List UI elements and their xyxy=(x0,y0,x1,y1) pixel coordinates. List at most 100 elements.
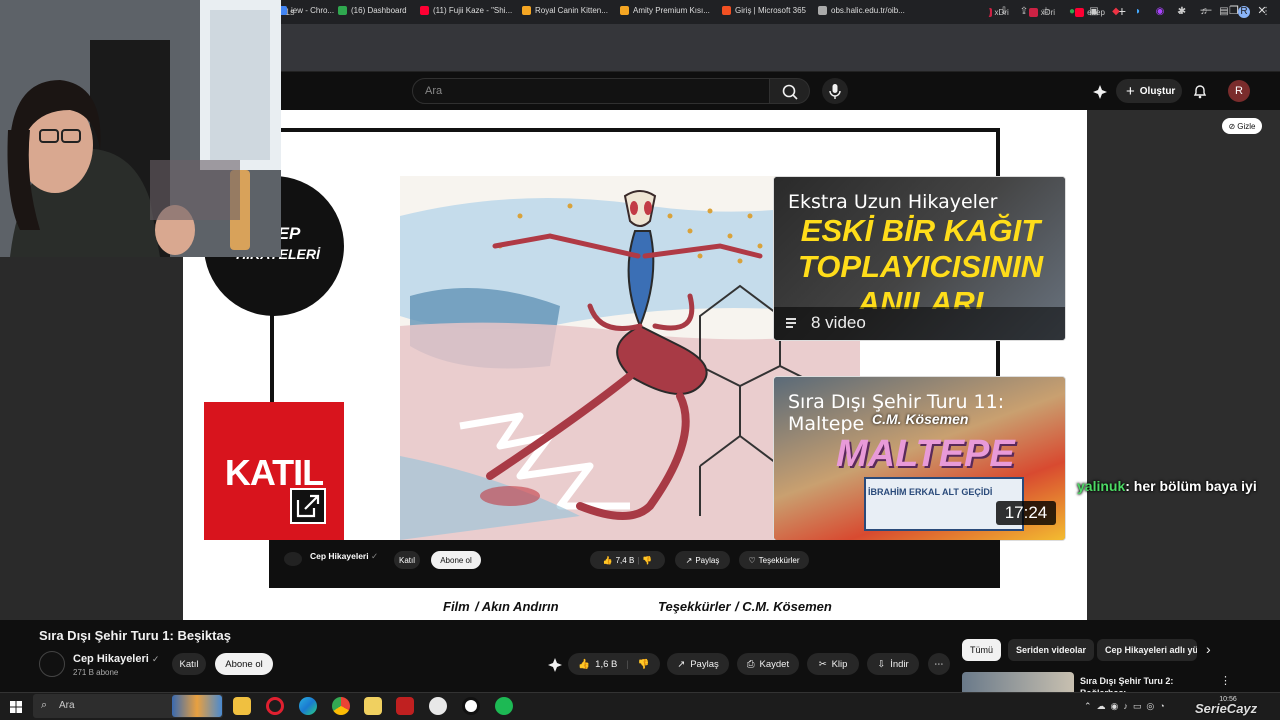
bookmark-item[interactable]: Amity Premium Kısı... xyxy=(620,6,710,15)
save-button[interactable]: ⎙ Kaydet xyxy=(737,653,799,675)
join-button[interactable]: Katıl xyxy=(172,653,206,675)
chip-all[interactable]: Tümü xyxy=(962,639,1002,661)
extension-icon[interactable]: ◆ xyxy=(1110,6,1122,18)
star-icon[interactable]: ☆ xyxy=(1040,6,1052,18)
video-menu-icon[interactable]: ⋮ xyxy=(1220,674,1231,687)
video-duration: 17:24 xyxy=(996,501,1056,525)
account-avatar[interactable]: R xyxy=(1228,80,1250,102)
bookmark-item[interactable]: Giriş | Microsoft 365 xyxy=(722,6,806,15)
chevron-right-icon[interactable]: › xyxy=(1206,641,1211,657)
puzzle-icon[interactable]: ✱ xyxy=(1176,6,1188,18)
windows-start-icon[interactable] xyxy=(10,700,22,713)
in-video-subscribe-button[interactable]: Abone ol xyxy=(431,551,481,569)
channel-avatar xyxy=(284,552,302,566)
extension-icon[interactable]: ● xyxy=(1066,6,1078,18)
in-video-like-button[interactable]: 👍 7,4 B | 👎 xyxy=(590,551,665,569)
in-video-join-button[interactable]: Katıl xyxy=(394,551,420,569)
chip-channel[interactable]: Cep Hikayeleri adlı yü xyxy=(1097,639,1197,661)
more-actions-button[interactable]: ⋯ xyxy=(928,653,950,675)
in-video-thanks-button[interactable]: ♡ Teşekkürler xyxy=(739,551,809,569)
chrome-icon[interactable] xyxy=(332,697,350,715)
bookmark-label: Royal Canin Kitten... xyxy=(535,6,608,15)
search-highlight-image xyxy=(172,695,222,717)
ai-icon[interactable] xyxy=(547,657,563,673)
sidebar-icon[interactable]: ▤ xyxy=(1218,6,1230,18)
card-overlay-text: MALTEPE xyxy=(836,433,1015,475)
end-screen-playlist-card[interactable]: Ekstra Uzun Hikayeler ESKİ BİR KAĞIT TOP… xyxy=(773,176,1066,341)
ai-icon[interactable] xyxy=(1092,84,1108,100)
create-label: Oluştur xyxy=(1139,85,1176,97)
card-overlay-text: C.M. Kösemen xyxy=(872,411,969,427)
next-video-thumbnail[interactable] xyxy=(962,672,1074,692)
plus-icon: + xyxy=(1126,82,1135,100)
player-background-right xyxy=(1087,110,1280,620)
in-video-channel-name[interactable]: Cep Hikayeleri ✓ xyxy=(310,551,378,562)
app-icon[interactable] xyxy=(462,697,480,715)
spotify-icon[interactable] xyxy=(495,697,513,715)
share-icon[interactable]: ⇪ xyxy=(1018,6,1030,18)
video-title: Sıra Dışı Şehir Turu 1: Beşiktaş xyxy=(39,628,231,643)
extension-icon[interactable]: ◗ xyxy=(1132,6,1144,18)
bookmark-favicon-icon xyxy=(420,6,429,15)
bookmark-favicon-icon xyxy=(818,6,827,15)
obs-icon[interactable] xyxy=(429,697,447,715)
credit-label: Film xyxy=(443,599,470,614)
in-video-share-button[interactable]: ↗ Paylaş xyxy=(675,551,730,569)
frame-border xyxy=(273,128,1000,132)
subscribe-button[interactable]: Abone ol xyxy=(215,653,273,675)
menu-icon[interactable]: ⋮ xyxy=(1260,6,1272,18)
clip-button[interactable]: ✂ Klip xyxy=(807,653,859,675)
thumbs-up-icon: 👍 xyxy=(602,555,613,565)
bookmark-item[interactable]: obs.halic.edu.tr/oib... xyxy=(818,6,905,15)
frame-border xyxy=(270,300,274,410)
stream-watermark: SerieCayz xyxy=(1195,701,1258,716)
bookmark-item[interactable]: Royal Canin Kitten... xyxy=(522,6,608,15)
share-button[interactable]: ↗ Paylaş xyxy=(667,653,729,675)
next-video-title[interactable]: Sıra Dışı Şehir Turu 2: Bağlarbaşı xyxy=(1080,675,1220,692)
install-icon[interactable]: ⇩ xyxy=(998,6,1010,18)
notifications-button[interactable] xyxy=(1192,83,1208,99)
edge-icon[interactable] xyxy=(299,697,317,715)
extension-icon[interactable]: ◉ xyxy=(1154,6,1166,18)
like-dislike-button[interactable]: 👍 1,6 B | 👎 xyxy=(568,653,660,675)
search-input[interactable]: Ara xyxy=(412,78,770,104)
credit-name: Akın Andırın xyxy=(481,599,559,614)
opera-icon[interactable] xyxy=(266,697,284,715)
credit-name: C.M. Kösemen xyxy=(742,599,832,614)
channel-avatar[interactable] xyxy=(39,651,65,677)
thumbs-up-icon: 👍 xyxy=(578,658,591,670)
bookmark-item[interactable]: (11) Fujii Kaze - "Shi... xyxy=(420,6,512,15)
chip-series[interactable]: Seriden videolar xyxy=(1008,639,1095,661)
notes-icon[interactable] xyxy=(364,697,382,715)
microphone-icon xyxy=(829,84,841,99)
thumbs-down-icon: 👎 xyxy=(637,658,650,670)
share-icon: ↗ xyxy=(677,658,686,670)
chat-message: yalinuk: her bölüm baya iyi xyxy=(1077,478,1257,494)
file-explorer-icon[interactable] xyxy=(233,697,251,715)
bookmark-item[interactable]: iew - Chro... xyxy=(278,6,334,15)
hide-overlay-button[interactable]: ⊘ Gizle xyxy=(1222,118,1262,134)
bookmark-label: Amity Premium Kısı... xyxy=(633,6,710,15)
card-headline: TOPLAYICISININ xyxy=(797,249,1044,284)
system-tray-icons[interactable]: ⌃☁◉♪▭◎◔ xyxy=(1084,701,1170,712)
app-icon[interactable] xyxy=(396,697,414,715)
video-credits: Film / Akın Andırın Teşekkürler / C.M. K… xyxy=(183,591,1087,618)
verified-icon: ✓ xyxy=(151,654,160,664)
bell-icon xyxy=(1193,85,1207,99)
bookmark-favicon-icon xyxy=(522,6,531,15)
chat-username: yalinuk xyxy=(1077,478,1126,494)
scissors-icon: ✂ xyxy=(818,658,827,670)
bookmark-item[interactable]: (16) Dashboard xyxy=(338,6,407,15)
search-button[interactable] xyxy=(770,78,810,104)
create-button[interactable]: + Oluştur xyxy=(1116,79,1182,103)
channel-name[interactable]: Cep Hikayeleri ✓ xyxy=(73,653,159,665)
extension-icon[interactable]: ▣ xyxy=(1088,6,1100,18)
end-screen-video-card[interactable]: İBRAHİM ERKAL ALT GEÇİDİ Sıra Dışı Şehir… xyxy=(773,376,1066,541)
bookmark-favicon-icon xyxy=(620,6,629,15)
card-headline: ANILARI xyxy=(857,285,984,309)
download-button[interactable]: ⇩ İndir xyxy=(867,653,919,675)
profile-avatar[interactable]: R xyxy=(1238,6,1250,18)
playlist-icon xyxy=(786,315,800,329)
media-icon[interactable]: ♫ xyxy=(1198,6,1210,18)
voice-search-button[interactable] xyxy=(822,78,848,104)
